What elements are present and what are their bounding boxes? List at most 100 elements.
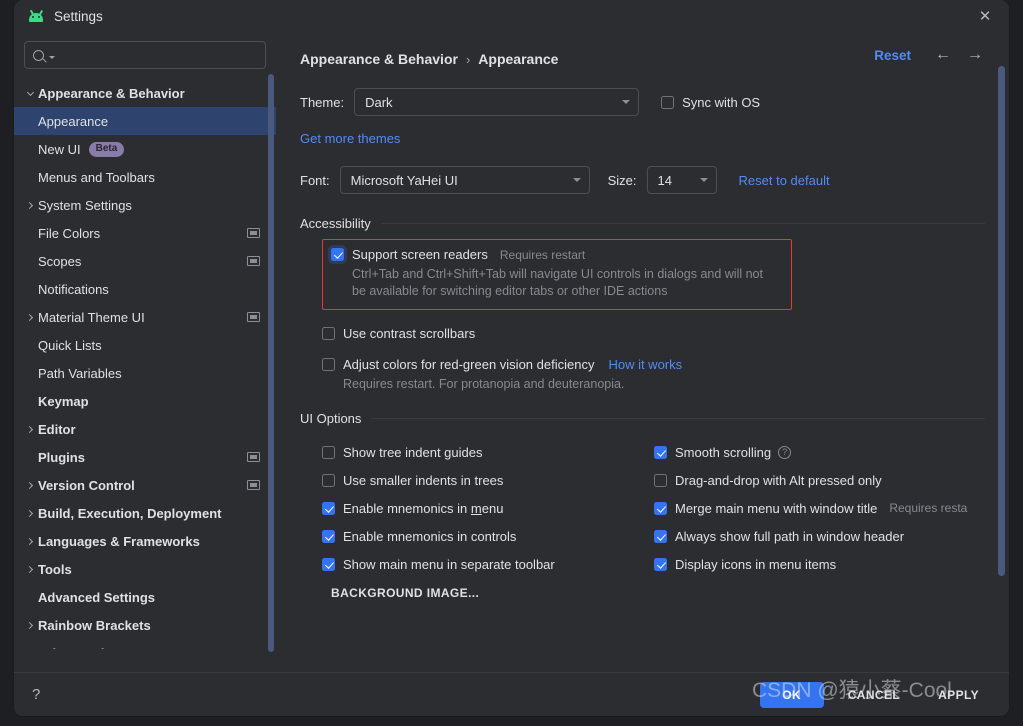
sync-with-os-checkbox[interactable]	[661, 95, 675, 109]
ui-option-merge-main-menu-with-window-title-row[interactable]: Merge main menu with window title Require…	[654, 494, 967, 522]
red-green-checkbox[interactable]	[322, 358, 335, 371]
sidebar-scrollbar[interactable]	[268, 74, 274, 664]
sidebar-item-label: Quick Lists	[38, 337, 102, 353]
project-scope-icon	[247, 480, 260, 490]
sidebar-item-editor[interactable]: Editor	[14, 415, 276, 443]
sidebar-item-scopes[interactable]: Scopes	[14, 247, 276, 275]
sidebar-item-label: Other Settings	[38, 646, 128, 650]
sidebar-item-quick-lists[interactable]: Quick Lists	[14, 331, 276, 359]
forward-arrow-icon[interactable]: →	[967, 47, 983, 63]
sidebar-item-appearance-behavior[interactable]: Appearance & Behavior	[14, 79, 276, 107]
theme-select[interactable]: Dark	[354, 88, 640, 116]
sidebar-item-system-settings[interactable]: System Settings	[14, 191, 276, 219]
ui-option-label: Drag-and-drop with Alt pressed only	[675, 472, 882, 488]
search-input[interactable]	[60, 48, 257, 62]
ok-button[interactable]: OK	[759, 681, 824, 708]
sidebar-item-label: Tools	[38, 561, 72, 577]
ui-options-left-column: Show tree indent guides Use smaller inden…	[322, 438, 654, 578]
ui-option-display-icons-in-menu-items-row[interactable]: Display icons in menu items	[654, 550, 967, 578]
chevron-right-icon[interactable]	[22, 537, 38, 545]
back-arrow-icon[interactable]: ←	[935, 47, 951, 63]
sidebar-item-build-execution-deployment[interactable]: Build, Execution, Deployment	[14, 499, 276, 527]
sidebar-item-version-control[interactable]: Version Control	[14, 471, 276, 499]
search-caret-icon[interactable]	[49, 55, 55, 59]
sidebar-item-new-ui[interactable]: New UI Beta	[14, 135, 276, 163]
sidebar-item-languages-frameworks[interactable]: Languages & Frameworks	[14, 527, 276, 555]
ui-option-show-tree-indent-guides-row[interactable]: Show tree indent guides	[322, 438, 654, 466]
sidebar-item-plugins[interactable]: Plugins	[14, 443, 276, 471]
ui-option-label: Show main menu in separate toolbar	[343, 556, 555, 572]
chevron-down-icon	[699, 178, 708, 182]
ui-option-enable-mnemonics-in-menu-row[interactable]: Enable mnemonics in menu	[322, 494, 654, 522]
ui-option-always-show-full-path-in-window-header-row[interactable]: Always show full path in window header	[654, 522, 967, 550]
chevron-right-icon[interactable]	[22, 481, 38, 489]
chevron-right-icon[interactable]	[22, 565, 38, 573]
checkbox[interactable]	[322, 529, 335, 543]
checkbox[interactable]	[654, 501, 667, 515]
chevron-right-icon[interactable]	[22, 509, 38, 517]
help-circle-icon[interactable]: ?	[778, 445, 792, 459]
chevron-right-icon[interactable]	[22, 313, 38, 321]
sidebar-item-label: Keymap	[38, 393, 89, 409]
checkbox[interactable]	[654, 445, 667, 459]
sidebar-item-tools[interactable]: Tools	[14, 555, 276, 583]
sidebar-item-appearance[interactable]: Appearance	[14, 107, 276, 135]
checkbox[interactable]	[654, 557, 667, 571]
checkbox[interactable]	[654, 529, 667, 543]
support-screen-readers-row[interactable]: Support screen readers Requires restart	[331, 247, 781, 262]
sidebar-item-other-settings[interactable]: Other Settings	[14, 639, 276, 650]
sidebar-item-material-theme-ui[interactable]: Material Theme UI	[14, 303, 276, 331]
settings-content: Appearance & Behavior › Appearance Reset…	[276, 32, 1009, 672]
close-icon[interactable]: ✕	[971, 4, 999, 28]
sidebar-item-menus-and-toolbars[interactable]: Menus and Toolbars	[14, 163, 276, 191]
ui-option-drag-and-drop-with-alt-pressed-only-row[interactable]: Drag-and-drop with Alt pressed only	[654, 466, 967, 494]
support-screen-readers-description: Ctrl+Tab and Ctrl+Shift+Tab will navigat…	[352, 267, 763, 298]
ui-option-label: Enable mnemonics in controls	[343, 528, 517, 544]
cancel-button[interactable]: CANCEL	[834, 682, 914, 708]
sidebar-item-advanced-settings[interactable]: Advanced Settings	[14, 583, 276, 611]
chevron-right-icon[interactable]	[22, 621, 38, 629]
support-screen-readers-note: Requires restart	[499, 247, 586, 262]
apply-button[interactable]: APPLY	[924, 682, 993, 708]
use-contrast-scrollbars-checkbox[interactable]	[322, 327, 335, 340]
sidebar-item-rainbow-brackets[interactable]: Rainbow Brackets	[14, 611, 276, 639]
chevron-right-icon[interactable]	[22, 201, 38, 209]
reset-link[interactable]: Reset	[874, 48, 911, 63]
support-screen-readers-checkbox[interactable]	[331, 248, 344, 261]
chevron-right-icon[interactable]	[22, 425, 38, 433]
checkbox[interactable]	[322, 473, 335, 487]
checkbox[interactable]	[654, 473, 667, 487]
sidebar-item-file-colors[interactable]: File Colors	[14, 219, 276, 247]
checkbox[interactable]	[322, 557, 335, 571]
sidebar-scrollbar-thumb[interactable]	[268, 74, 274, 652]
checkbox[interactable]	[322, 445, 335, 459]
checkbox[interactable]	[322, 501, 335, 515]
breadcrumb-leaf: Appearance	[478, 51, 559, 67]
sidebar-item-path-variables[interactable]: Path Variables	[14, 359, 276, 387]
get-more-themes-link[interactable]: Get more themes	[300, 131, 400, 146]
use-contrast-scrollbars-row[interactable]: Use contrast scrollbars	[322, 326, 985, 341]
breadcrumb-root[interactable]: Appearance & Behavior	[300, 51, 458, 67]
red-green-row[interactable]: Adjust colors for red-green vision defic…	[322, 357, 985, 372]
ui-option-show-main-menu-in-separate-toolbar-row[interactable]: Show main menu in separate toolbar	[322, 550, 654, 578]
font-select[interactable]: Microsoft YaHei UI	[339, 166, 590, 194]
sync-with-os-row[interactable]: Sync with OS	[661, 95, 760, 110]
size-select[interactable]: 14	[646, 166, 717, 194]
how-it-works-link[interactable]: How it works	[608, 357, 682, 372]
ui-option-label: Use smaller indents in trees	[343, 472, 504, 488]
background-image-button[interactable]: BACKGROUND IMAGE...	[331, 586, 985, 600]
content-vertical-scrollbar-thumb[interactable]	[998, 66, 1005, 576]
search-box[interactable]	[24, 41, 266, 69]
window-titlebar: Settings ✕	[14, 0, 1009, 32]
help-icon[interactable]: ?	[32, 686, 40, 703]
sidebar-item-keymap[interactable]: Keymap	[14, 387, 276, 415]
ui-option-use-smaller-indents-in-trees-row[interactable]: Use smaller indents in trees	[322, 466, 654, 494]
ui-option-smooth-scrolling-row[interactable]: Smooth scrolling?	[654, 438, 967, 466]
chevron-down-icon	[572, 178, 581, 182]
sidebar-item-notifications[interactable]: Notifications	[14, 275, 276, 303]
ui-option-enable-mnemonics-in-controls-row[interactable]: Enable mnemonics in controls	[322, 522, 654, 550]
reset-to-default-link[interactable]: Reset to default	[739, 173, 830, 188]
content-vertical-scrollbar[interactable]	[998, 66, 1005, 626]
sidebar-item-label: Scopes	[38, 253, 82, 269]
chevron-down-icon[interactable]	[22, 88, 38, 96]
